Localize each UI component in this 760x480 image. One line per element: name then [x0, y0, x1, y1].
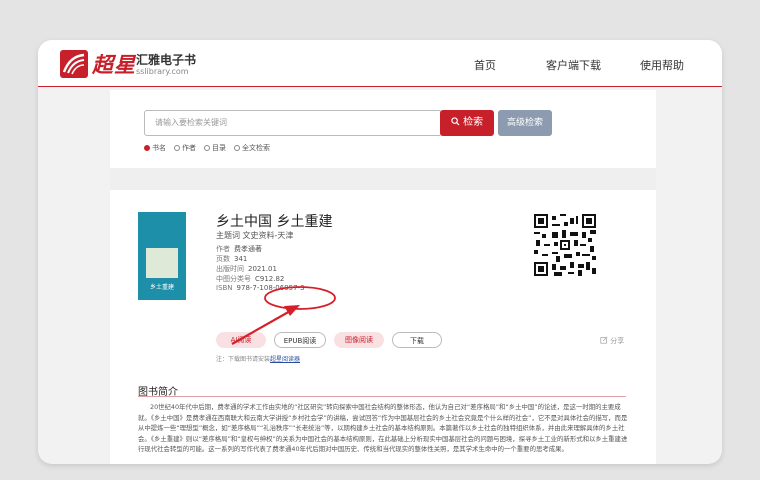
- cover-title: 乡土重建: [149, 284, 174, 291]
- meta-value: 978-7-108-06957-3: [236, 284, 305, 292]
- radio-fulltext[interactable]: 全文检索: [234, 143, 270, 153]
- nav-client-download[interactable]: 客户端下载: [546, 57, 601, 73]
- meta-label: 作者: [216, 245, 230, 253]
- meta-pages: 页数 341: [216, 254, 247, 264]
- download-button[interactable]: 下载: [392, 332, 442, 348]
- radio-dot: [174, 145, 180, 151]
- search-button[interactable]: 检索: [440, 110, 494, 136]
- brand-name: 汇雅电子书: [136, 53, 197, 67]
- search-input[interactable]: 请输入要检索关键词: [144, 110, 442, 136]
- browser-window: 超星 汇雅电子书 sslibrary.com 首页 客户端下载 使用帮助 请输入…: [38, 40, 722, 464]
- share-label: 分享: [610, 337, 625, 345]
- meta-value: 341: [234, 255, 248, 263]
- book-title: 乡土中国 乡土重建: [216, 214, 333, 230]
- book-subject: 主题词 文史资料-天津: [216, 231, 294, 240]
- meta-isbn: ISBN 978-7-108-06957-3: [216, 284, 305, 292]
- nav-help[interactable]: 使用帮助: [640, 57, 684, 73]
- meta-value: C912.82: [255, 275, 285, 283]
- hint-text: 注：下载图书请安装: [216, 356, 271, 363]
- radio-dot: [234, 145, 240, 151]
- radio-title[interactable]: 书名: [144, 143, 166, 153]
- divider-band: [110, 168, 656, 190]
- meta-label: ISBN: [216, 284, 233, 292]
- main-content: 请输入要检索关键词 检索 高级检索 书名 作者 目录 全文检索 乡土重建 乡土中…: [110, 90, 656, 464]
- radio-label: 目录: [212, 144, 226, 152]
- share-button[interactable]: 分享: [600, 336, 624, 346]
- intro-divider: [138, 396, 626, 397]
- radio-label: 全文检索: [242, 144, 270, 152]
- meta-classification: 中图分类号 C912.82: [216, 274, 284, 284]
- ai-read-button[interactable]: AI阅读: [216, 332, 266, 348]
- radio-toc[interactable]: 目录: [204, 143, 226, 153]
- site-header: 超星 汇雅电子书 sslibrary.com 首页 客户端下载 使用帮助: [38, 40, 722, 87]
- meta-label: 中图分类号: [216, 275, 251, 283]
- meta-pubdate: 出版时间 2021.01: [216, 264, 277, 274]
- meta-value: 2021.01: [248, 265, 277, 273]
- search-icon: [451, 117, 460, 126]
- meta-author: 作者 费孝通著: [216, 244, 262, 254]
- radio-label: 书名: [152, 144, 166, 152]
- search-scope-options: 书名 作者 目录 全文检索: [144, 143, 270, 153]
- radio-dot: [204, 145, 210, 151]
- qr-code: [534, 214, 596, 276]
- intro-text: 20世纪40年代中后期，费孝通的学术工作由实地的“社区研究”转向探索中国社会结构…: [138, 403, 628, 453]
- epub-read-button[interactable]: EPUB阅读: [274, 332, 326, 348]
- logo-text: 超星: [92, 52, 136, 77]
- meta-value[interactable]: 费孝通著: [234, 245, 262, 253]
- logo-icon[interactable]: [60, 50, 88, 78]
- meta-label: 出版时间: [216, 265, 244, 273]
- nav-home[interactable]: 首页: [474, 57, 496, 73]
- advanced-search-button[interactable]: 高级检索: [498, 110, 552, 136]
- download-hint: 注：下载图书请安装超星阅读器: [216, 354, 300, 363]
- meta-label: 页数: [216, 255, 230, 263]
- book-cover[interactable]: 乡土重建: [138, 212, 186, 300]
- radio-label: 作者: [182, 144, 196, 152]
- brand-url: sslibrary.com: [136, 67, 189, 76]
- radio-dot: [144, 145, 150, 151]
- search-button-label: 检索: [463, 117, 484, 128]
- radio-author[interactable]: 作者: [174, 143, 196, 153]
- reader-link[interactable]: 超星阅读器: [270, 356, 300, 363]
- image-read-button[interactable]: 图像阅读: [334, 332, 384, 348]
- cover-illustration: [146, 248, 178, 278]
- share-icon: [600, 336, 608, 344]
